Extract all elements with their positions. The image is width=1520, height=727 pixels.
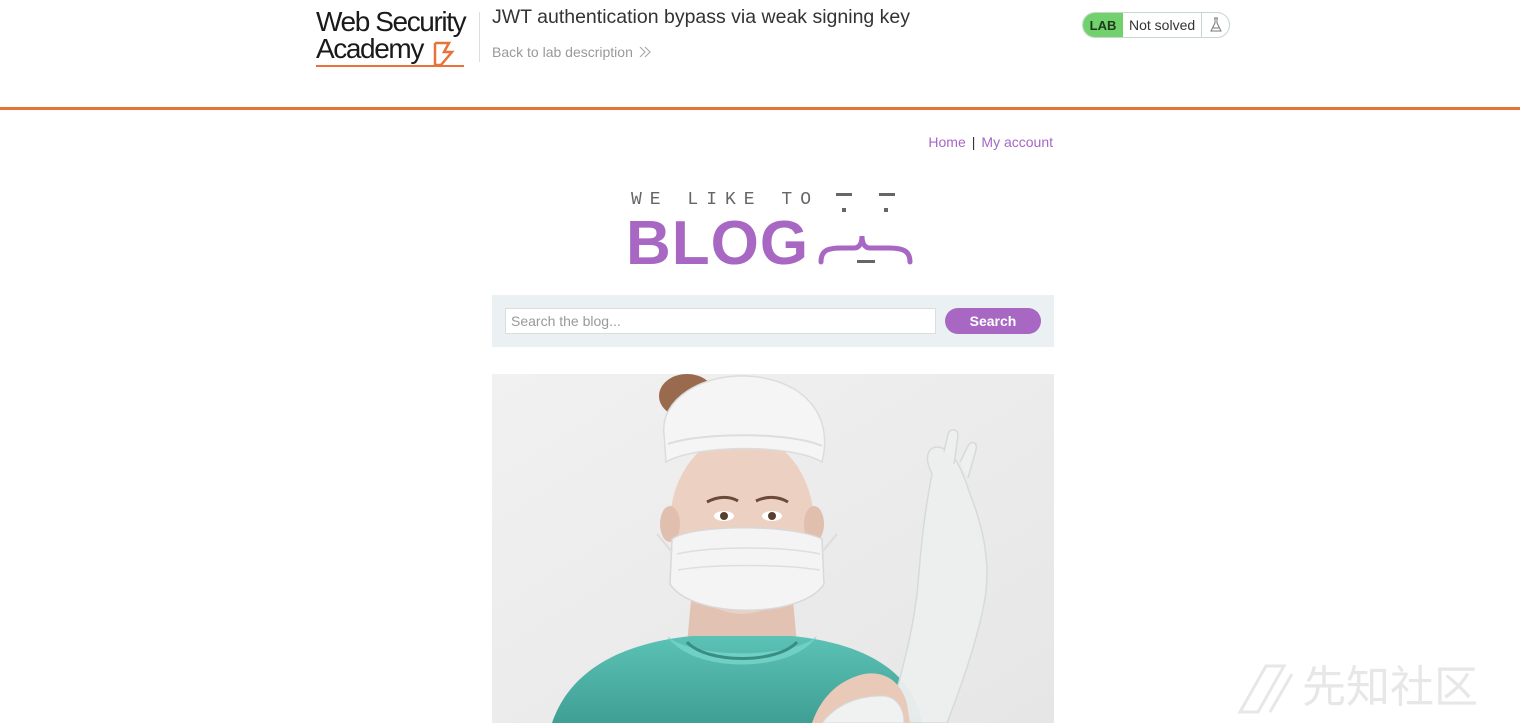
nav-home-link[interactable]: Home [928, 134, 965, 150]
site-watermark: 先知社区 [1236, 652, 1506, 727]
nav-separator: | [971, 134, 976, 150]
lightning-bolt-icon [433, 41, 455, 67]
double-chevron-right-icon [639, 46, 651, 58]
academy-header: Web Security Academy JWT authentication … [0, 0, 1520, 110]
flask-icon [1201, 13, 1229, 37]
blog-post-image[interactable] [492, 374, 1054, 723]
back-link-label: Back to lab description [492, 44, 633, 60]
blog-logo: WE LIKE TO BLOG [626, 184, 926, 278]
academy-logo[interactable]: Web Security Academy [316, 8, 478, 70]
blog-top-nav: Home | My account [928, 134, 1053, 150]
header-divider [479, 12, 480, 62]
blog-wordmark: BLOG [626, 209, 810, 278]
nav-my-account-link[interactable]: My account [981, 134, 1053, 150]
lab-badge: LAB [1083, 13, 1123, 37]
lab-title: JWT authentication bypass via weak signi… [492, 6, 911, 28]
logo-line1: Web Security [316, 6, 467, 37]
face-emoticon-icon [818, 193, 913, 265]
blog-tagline: WE LIKE TO [631, 190, 820, 210]
lab-status-text: Not solved [1129, 17, 1196, 33]
search-input[interactable] [505, 308, 936, 334]
nurse-surgical-mask-photo [492, 374, 1054, 723]
search-panel: Search [492, 295, 1054, 347]
watermark-text: 先知社区 [1302, 662, 1478, 713]
search-button[interactable]: Search [945, 308, 1041, 334]
logo-underline [316, 65, 464, 67]
back-to-lab-description-link[interactable]: Back to lab description [492, 44, 651, 60]
lab-status-widget: LAB Not solved [1082, 12, 1230, 38]
